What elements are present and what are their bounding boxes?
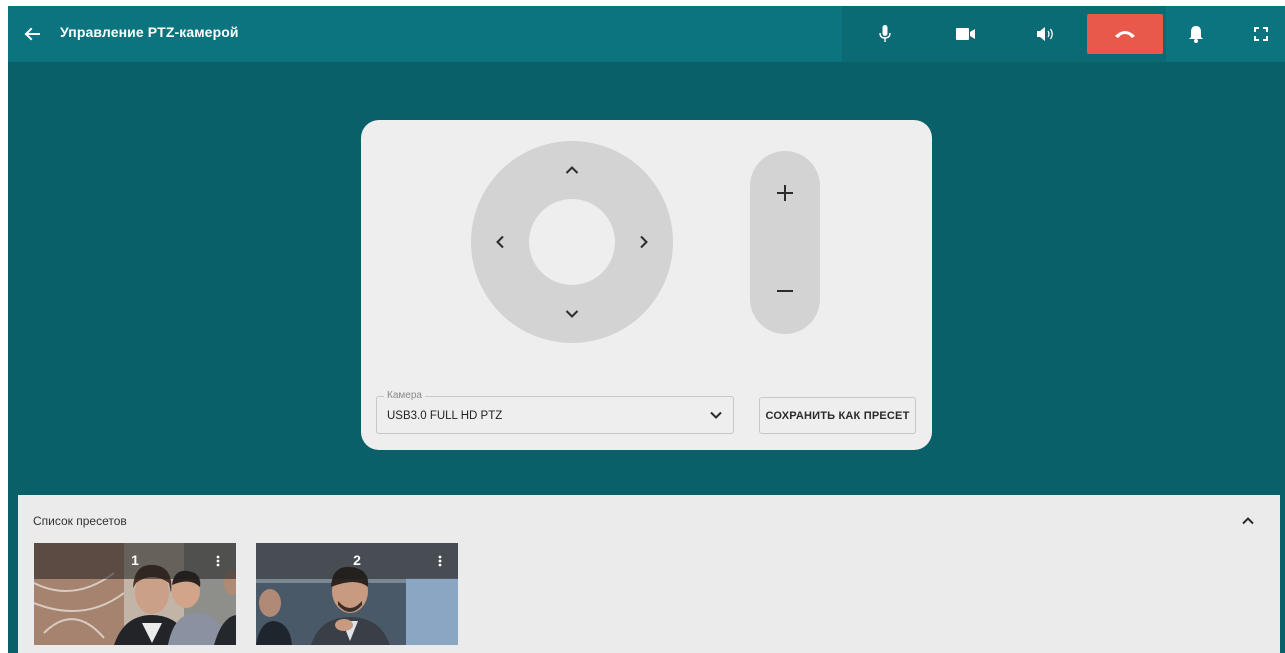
chevron-up-icon <box>565 166 579 174</box>
camera-select[interactable]: Камера USB3.0 FULL HD PTZ <box>376 390 734 434</box>
preset-number: 2 <box>353 552 361 568</box>
save-preset-button[interactable]: СОХРАНИТЬ КАК ПРЕСЕТ <box>759 397 916 434</box>
speaker-icon <box>1037 27 1053 41</box>
app-frame: Управление PTZ-камерой Камера USB3.0 FUL… <box>8 6 1285 653</box>
bell-icon <box>1189 26 1203 43</box>
preset-card-1[interactable]: 1 <box>34 543 236 645</box>
video-camera-icon <box>956 28 975 40</box>
camera-select-value: USB3.0 FULL HD PTZ <box>387 410 503 422</box>
zoom-out-button[interactable] <box>770 276 800 306</box>
chevron-right-icon <box>640 235 648 249</box>
presets-section: Список пресетов 1 2 <box>18 495 1280 653</box>
back-arrow-icon <box>24 27 40 41</box>
chevron-down-icon <box>565 310 579 318</box>
microphone-icon <box>879 25 891 42</box>
ptz-control-panel: Камера USB3.0 FULL HD PTZ СОХРАНИТЬ КАК … <box>361 120 932 450</box>
fullscreen-button[interactable] <box>1241 14 1281 54</box>
video-button[interactable] <box>931 14 1001 54</box>
hang-up-button[interactable] <box>1087 14 1163 54</box>
pan-left-button[interactable] <box>485 227 515 257</box>
more-vertical-icon <box>438 555 442 567</box>
notifications-button[interactable] <box>1176 14 1216 54</box>
pan-down-button[interactable] <box>557 299 587 329</box>
minus-icon <box>777 290 793 292</box>
zoom-control <box>750 151 820 334</box>
fullscreen-icon <box>1254 27 1268 41</box>
chevron-left-icon <box>496 235 504 249</box>
collapse-presets-button[interactable] <box>1236 509 1260 533</box>
page-title: Управление PTZ-камерой <box>60 24 239 40</box>
microphone-button[interactable] <box>850 14 920 54</box>
camera-select-label: Камера <box>384 390 425 401</box>
call-controls <box>842 6 1166 62</box>
chevron-up-icon <box>1242 517 1254 525</box>
direction-pad <box>471 141 673 343</box>
preset-menu-button[interactable] <box>210 551 226 571</box>
direction-pad-center <box>529 199 615 285</box>
more-vertical-icon <box>216 555 220 567</box>
plus-icon <box>777 185 793 201</box>
chevron-down-icon <box>709 408 723 422</box>
preset-menu-button[interactable] <box>432 551 448 571</box>
top-bar: Управление PTZ-камерой <box>8 6 1285 62</box>
presets-title: Список пресетов <box>33 514 127 528</box>
hang-up-icon <box>1115 31 1135 38</box>
zoom-in-button[interactable] <box>770 178 800 208</box>
preset-number: 1 <box>131 552 139 568</box>
back-button[interactable] <box>18 20 46 48</box>
pan-up-button[interactable] <box>557 155 587 185</box>
pan-right-button[interactable] <box>629 227 659 257</box>
speaker-button[interactable] <box>1012 14 1082 54</box>
preset-card-2[interactable]: 2 <box>256 543 458 645</box>
